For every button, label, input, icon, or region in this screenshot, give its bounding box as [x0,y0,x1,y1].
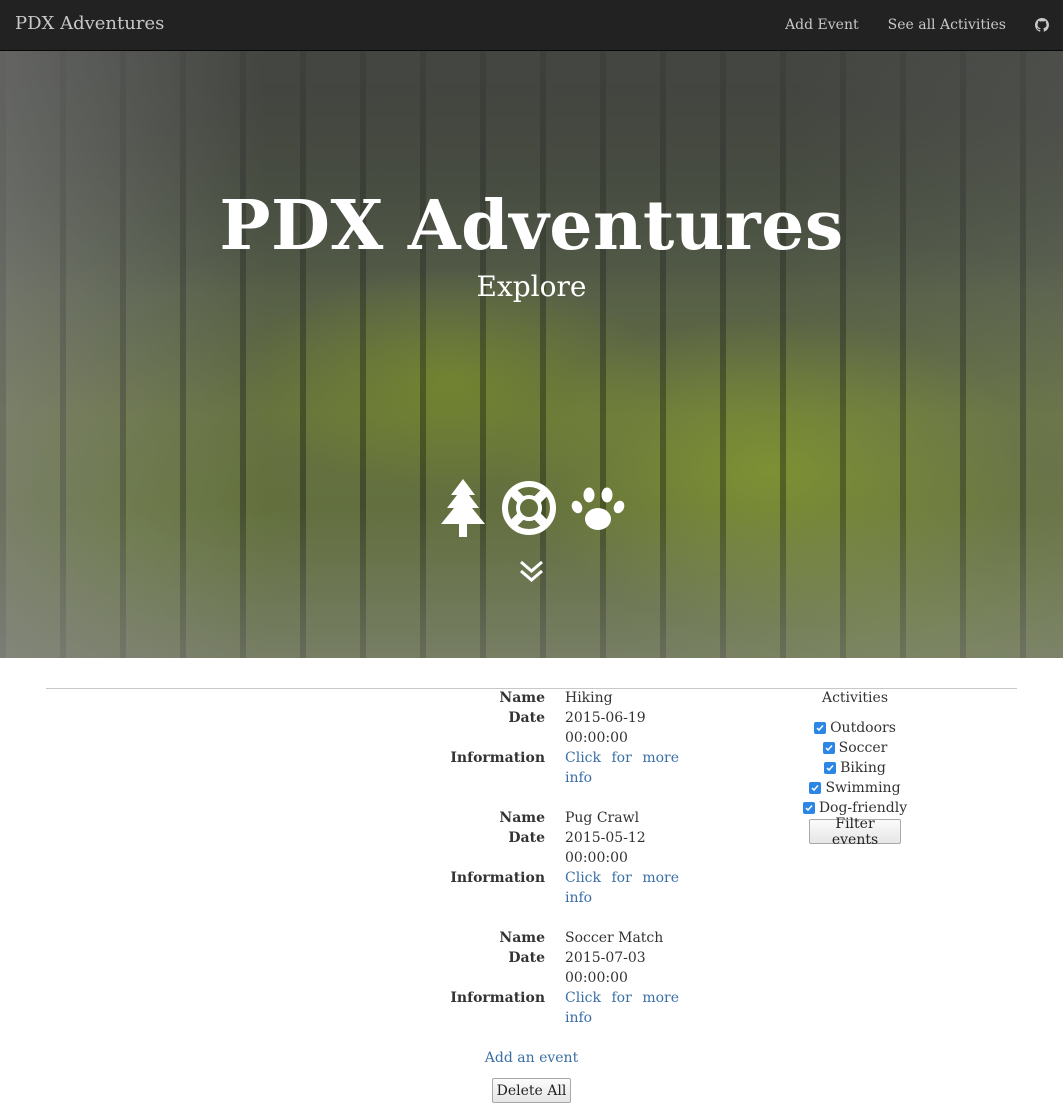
double-chevron-down-icon[interactable] [518,559,545,587]
event-date: 2015-05-12 [565,830,646,846]
life-ring-icon [501,480,557,536]
activity-option-outdoors[interactable]: Outdoors [790,718,920,738]
add-an-event-link[interactable]: Add an event [485,1050,578,1066]
nav-links: Add Event See all Activities [785,0,1063,50]
event-name: Pug Crawl [565,810,640,826]
date-label: Date [508,710,545,726]
event-name: Soccer Match [565,930,664,946]
activity-option-swimming[interactable]: Swimming [790,778,920,798]
checkbox-checked[interactable] [802,802,815,814]
activities-title: Activities [821,690,888,706]
checkbox-checked[interactable] [814,722,827,734]
checkbox-checked[interactable] [809,782,822,794]
add-event-row: Add an event [0,1048,1063,1068]
hero-subtitle: Explore [476,270,587,303]
name-label: Name [499,690,545,706]
activity-option-biking[interactable]: Biking [790,758,920,778]
more-info-link[interactable]: Click for more [565,748,679,768]
activity-label: Outdoors [830,720,896,736]
information-label: Information [450,750,545,766]
github-icon[interactable] [1035,18,1049,32]
hero-title: PDX Adventures [219,186,844,266]
event-time: 00:00:00 [565,730,628,746]
more-info-link[interactable]: info [565,888,592,908]
link-word[interactable]: Click [565,748,601,768]
name-label: Name [499,810,545,826]
link-word[interactable]: Click [565,988,601,1008]
name-label: Name [499,930,545,946]
nav-see-all-activities-link[interactable]: See all Activities [888,17,1006,33]
date-label: Date [508,830,545,846]
checkbox-checked[interactable] [822,742,835,754]
link-word[interactable]: Click [565,868,601,888]
activity-label: Biking [840,760,886,776]
paw-icon [571,483,625,533]
checkbox-checked[interactable] [824,762,837,774]
brand-link[interactable]: PDX Adventures [15,13,164,34]
more-info-link[interactable]: Click for more [565,868,679,888]
link-word[interactable]: for [612,988,632,1008]
information-label: Information [450,990,545,1006]
navbar: PDX Adventures Add Event See all Activit… [0,0,1063,51]
delete-all-button[interactable]: Delete All [492,1078,571,1103]
event-date: 2015-06-19 [565,710,646,726]
date-label: Date [508,950,545,966]
hero-banner: PDX Adventures Explore [0,51,1063,658]
nav-add-event-link[interactable]: Add Event [785,17,859,33]
link-word[interactable]: more [642,748,679,768]
link-word[interactable]: more [642,988,679,1008]
event-time: 00:00:00 [565,970,628,986]
activity-label: Soccer [838,740,888,756]
hero-icons [0,479,1063,537]
activity-option-soccer[interactable]: Soccer [790,738,920,758]
tree-icon [439,479,487,537]
more-info-link[interactable]: info [565,1008,592,1028]
event-time: 00:00:00 [565,850,628,866]
link-word[interactable]: more [642,868,679,888]
more-info-link[interactable]: info [565,768,592,788]
event-date: 2015-07-03 [565,950,646,966]
activity-label: Swimming [825,780,901,796]
event-name: Hiking [565,690,613,706]
link-word[interactable]: for [612,868,632,888]
link-word[interactable]: for [612,748,632,768]
information-label: Information [450,870,545,886]
more-info-link[interactable]: Click for more [565,988,679,1008]
filter-events-button[interactable]: Filter events [809,816,901,848]
